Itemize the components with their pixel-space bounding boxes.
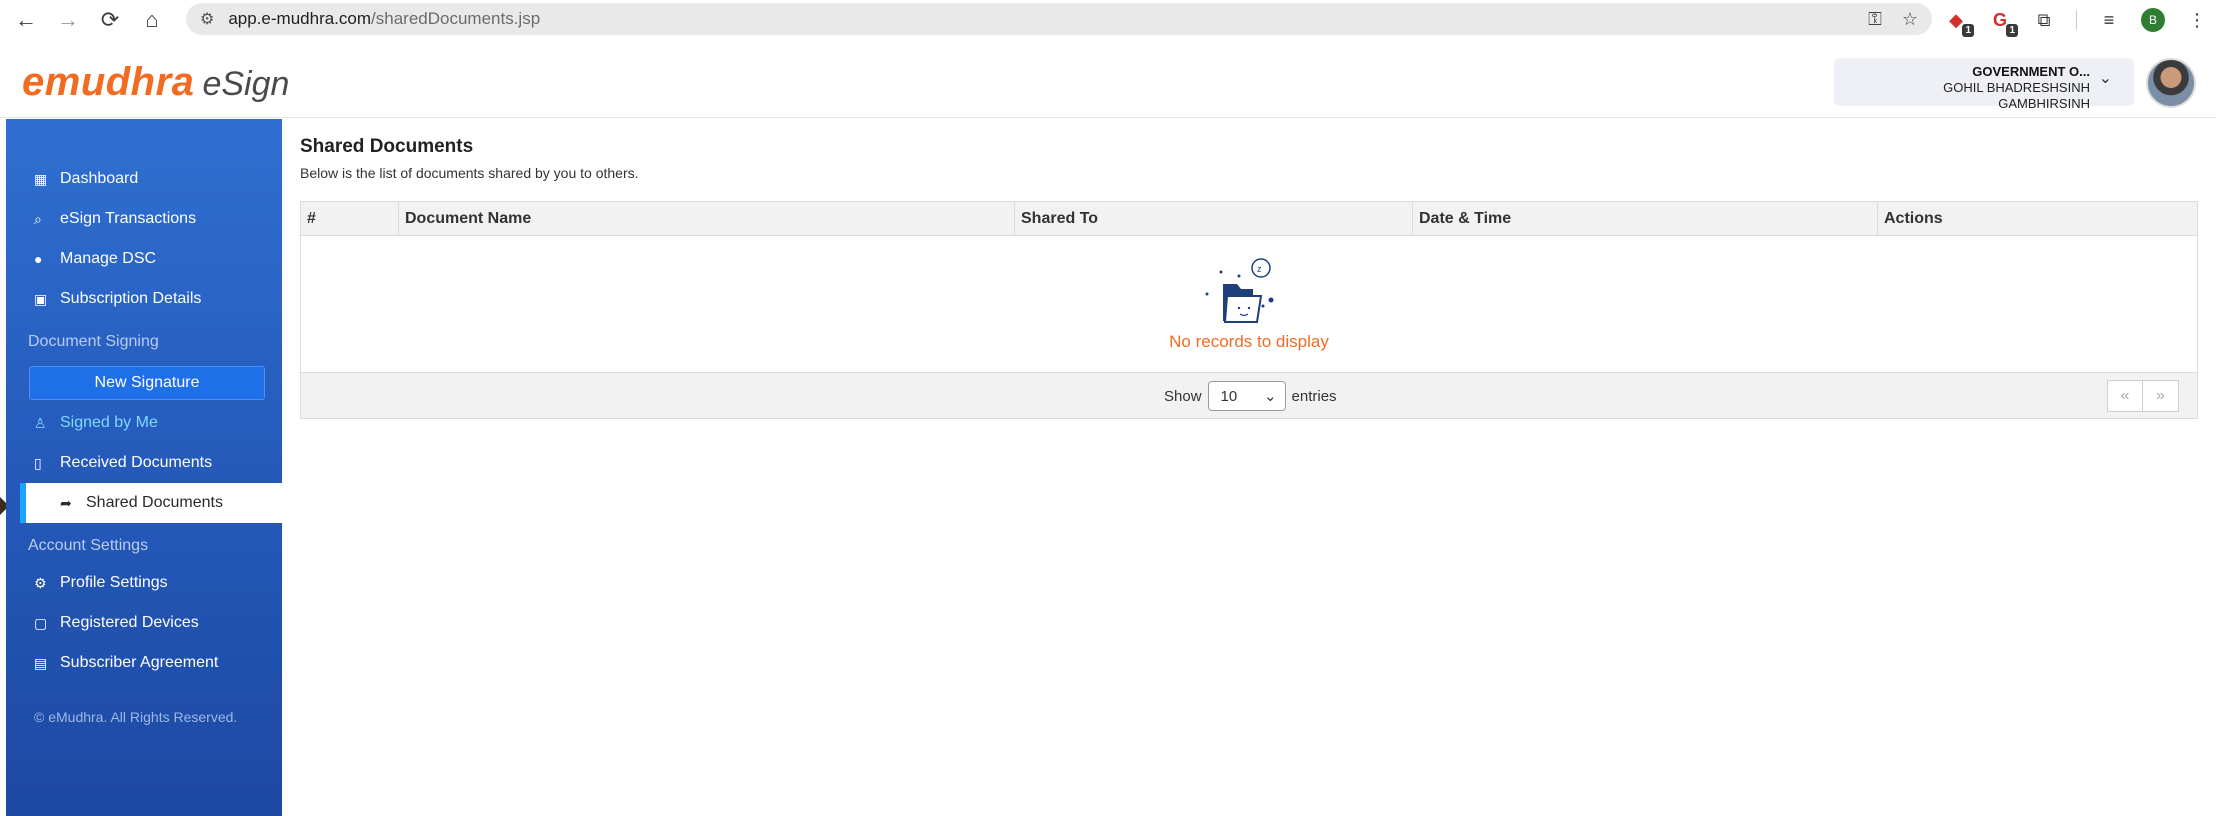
sidebar-item-label: Registered Devices [60, 614, 199, 631]
page-size-value: 10 [1220, 387, 1238, 405]
gears-icon: ⚙ [34, 574, 47, 591]
sidebar-item-label: Signed by Me [60, 414, 158, 431]
section-document-signing: Document Signing [28, 333, 159, 350]
sidebar-item-signed-by-me[interactable]: ♙ Signed by Me [6, 403, 282, 443]
sidebar-item-label: Dashboard [60, 170, 139, 187]
sidebar-copyright: © eMudhra. All Rights Reserved. [34, 709, 238, 725]
sidebar-item-shared-documents[interactable]: ➦ Shared Documents [20, 483, 282, 523]
circle-icon: ● [34, 251, 43, 267]
column-header-document-name[interactable]: Document Name [398, 202, 531, 236]
sidebar-item-profile-settings[interactable]: ⚙ Profile Settings [6, 563, 282, 603]
back-icon[interactable]: ← [10, 4, 42, 36]
avatar[interactable] [2146, 58, 2196, 108]
shared-documents-table: # Document Name Shared To Date & Time Ac… [300, 201, 2198, 419]
share-icon: ➦ [60, 494, 72, 511]
section-account-settings: Account Settings [28, 537, 149, 554]
user-icon: ♙ [34, 414, 47, 431]
sidebar-item-label: Manage DSC [60, 250, 157, 267]
emudhra-logo[interactable]: emudhra eSign [22, 60, 289, 105]
sidebar-item-received-documents[interactable]: ▯ Received Documents [6, 443, 282, 483]
empty-state-message: No records to display [1169, 332, 1329, 351]
reload-icon[interactable]: ⟳ [94, 4, 126, 36]
svg-text:z: z [1257, 264, 1262, 274]
password-key-icon[interactable]: ⚿ [1868, 9, 1882, 30]
more-menu-icon[interactable]: ⋮ [2185, 8, 2209, 32]
page-size-select[interactable]: 10 ⌄ [1207, 381, 1286, 411]
id-card-icon: ▣ [34, 290, 48, 307]
new-signature-button[interactable]: New Signature [29, 366, 265, 400]
url-host: app.e-mudhra.com [228, 9, 372, 28]
user-organization: GOVERNMENT O... [1972, 64, 2090, 79]
sidebar-item-subscriber-agreement[interactable]: ▤ Subscriber Agreement [6, 643, 282, 683]
entries-label: entries [1291, 387, 1337, 405]
browser-toolbar: ← → ⟳ ⌂ ⚙ app.e-mudhra.com/sharedDocumen… [0, 0, 2216, 40]
file-icon: ▯ [34, 454, 42, 471]
url-path: /sharedDocuments.jsp [371, 9, 541, 28]
device-icon: ▢ [34, 614, 48, 631]
home-icon[interactable]: ⌂ [136, 4, 168, 36]
sidebar-item-label: Subscription Details [60, 290, 202, 307]
column-header-date-time[interactable]: Date & Time [1412, 202, 1511, 236]
next-page-button[interactable]: » [2143, 380, 2179, 412]
sidebar-item-dashboard[interactable]: ▦ Dashboard [6, 159, 282, 199]
logo-sub-text: eSign [202, 65, 290, 103]
extension-icon[interactable]: ◆ 1 [1944, 8, 1974, 37]
address-bar[interactable]: ⚙ app.e-mudhra.com/sharedDocuments.jsp ⚿… [186, 3, 1932, 35]
page-subtitle: Below is the list of documents shared by… [300, 165, 639, 181]
sidebar-item-label: Profile Settings [60, 574, 168, 591]
sidebar-item-esign-transactions[interactable]: ⌕ eSign Transactions [6, 199, 282, 239]
pagination: « » [2107, 380, 2179, 412]
extension-icon[interactable]: G1 [1988, 8, 2018, 37]
app-header: emudhra eSign GOVERNMENT O... GOHIL BHAD… [0, 42, 2216, 118]
extension-badge: 1 [2006, 24, 2018, 37]
table-footer: Show 10 ⌄ entries « » [301, 372, 2197, 418]
url-text: app.e-mudhra.com/sharedDocuments.jsp [228, 9, 540, 29]
extension-badge: 1 [1962, 24, 1974, 37]
sidebar: ▦ Dashboard ⌕ eSign Transactions ● Manag… [6, 119, 282, 816]
sidebar-item-label: Subscriber Agreement [60, 654, 219, 671]
search-icon: ⌕ [34, 210, 42, 227]
site-info-icon[interactable]: ⚙ [200, 9, 214, 29]
chevron-down-icon: ⌄ [2098, 70, 2112, 87]
column-header-shared-to[interactable]: Shared To [1014, 202, 1098, 236]
logo-main-text: emudhra [22, 60, 195, 104]
profile-avatar[interactable]: B [2141, 8, 2165, 32]
show-label: Show [1164, 387, 1202, 405]
sidebar-item-label: Received Documents [60, 454, 213, 471]
column-header-index[interactable]: # [301, 202, 316, 236]
dashboard-icon: ▦ [34, 170, 48, 187]
user-name: GOHIL BHADRESHSINH GAMBHIRSINH [1943, 80, 2090, 111]
pdf-file-icon: ▤ [34, 654, 48, 671]
column-header-actions[interactable]: Actions [1877, 202, 1943, 236]
sidebar-item-subscription-details[interactable]: ▣ Subscription Details [6, 279, 282, 319]
sidebar-item-label: Shared Documents [86, 494, 223, 511]
sidebar-item-manage-dsc[interactable]: ● Manage DSC [6, 239, 282, 279]
chevron-down-icon: ⌄ [1263, 388, 1277, 405]
sidebar-item-label: eSign Transactions [60, 210, 197, 227]
bookmark-star-icon[interactable]: ☆ [1902, 9, 1918, 30]
extensions-puzzle-icon[interactable]: ⧉ [2032, 8, 2056, 32]
page-title: Shared Documents [300, 136, 474, 157]
sidebar-item-registered-devices[interactable]: ▢ Registered Devices [6, 603, 282, 643]
user-menu[interactable]: GOVERNMENT O... GOHIL BHADRESHSINH GAMBH… [1834, 58, 2134, 111]
previous-page-button[interactable]: « [2107, 380, 2143, 412]
forward-icon[interactable]: → [52, 4, 84, 36]
table-header: # Document Name Shared To Date & Time Ac… [301, 202, 2197, 236]
page-size-control: Show 10 ⌄ entries [1164, 381, 1337, 411]
reading-list-icon[interactable]: ≡ [2097, 8, 2121, 32]
empty-folder-icon: z [1205, 258, 1274, 323]
toolbar-separator [2076, 10, 2077, 30]
